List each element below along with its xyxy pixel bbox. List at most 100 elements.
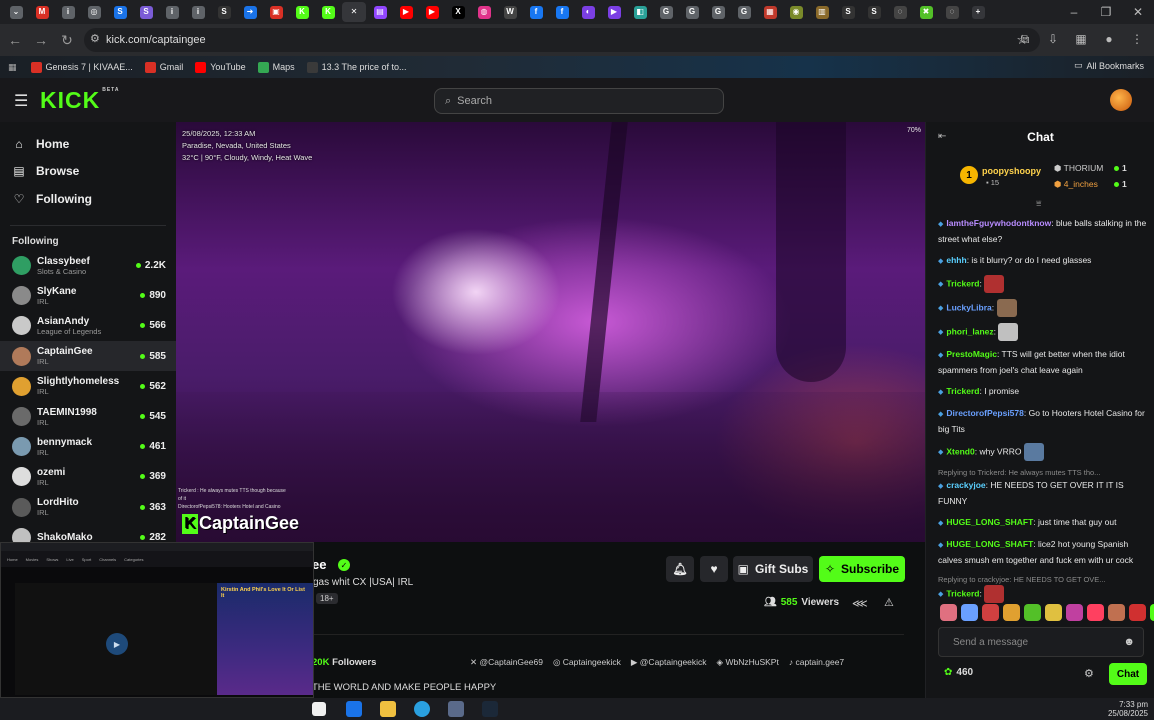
chat-username[interactable]: Xtend0 (946, 446, 974, 456)
sidebar-item-browse[interactable]: ▤ Browse (0, 158, 176, 186)
site-info-icon[interactable]: ⚙ (90, 32, 100, 45)
back-icon[interactable]: ← (2, 27, 28, 53)
browser-tab[interactable]: S (212, 2, 236, 22)
emote-icon[interactable] (1003, 604, 1020, 621)
menu-icon[interactable]: ☰ (14, 91, 28, 111)
chat-username[interactable]: IamtheFguywhodontknow (946, 218, 1051, 228)
browser-tab[interactable]: X (446, 2, 470, 22)
leaderboard-row-2[interactable]: ⬢ 4_inches (1054, 179, 1098, 190)
sidebar-item-home[interactable]: ⌂ Home (0, 130, 176, 158)
bookmark-item[interactable]: YouTube (195, 61, 246, 73)
follow-button[interactable]: ♥ (700, 556, 728, 582)
browser-tab[interactable]: G (706, 2, 730, 22)
chat-username[interactable]: phori_lanez (946, 326, 993, 336)
social-link[interactable]: ✕ @CaptainGee69 (470, 657, 543, 668)
apps-grid-icon[interactable]: ▦ (8, 62, 17, 73)
kick-logo[interactable]: KICK BETA (40, 87, 119, 114)
chat-username[interactable]: PrestoMagic (946, 349, 997, 359)
chat-username[interactable]: Trickerd (946, 278, 979, 288)
browser-tab[interactable]: M (30, 2, 54, 22)
browser-tab[interactable]: ◧ (628, 2, 652, 22)
pip-nav-item[interactable]: Categories (124, 557, 143, 562)
chat-username[interactable]: LuckyLibra (946, 302, 991, 312)
extension-icon[interactable]: ▦ (1070, 28, 1092, 50)
channel-points[interactable]: ✿ 460 (944, 667, 973, 678)
browser-tab[interactable]: ◌ (940, 2, 964, 22)
browser-tab[interactable]: W (498, 2, 522, 22)
browser-tab[interactable]: S (862, 2, 886, 22)
browser-tab[interactable]: ◉ (784, 2, 808, 22)
leaderboard-row-1[interactable]: ⬢ THORIUM (1054, 163, 1103, 174)
chat-username[interactable]: HUGE_LONG_SHAFT (946, 517, 1033, 527)
browser-tab[interactable]: ◎ (82, 2, 106, 22)
browser-tab[interactable]: i (160, 2, 184, 22)
bookmark-item[interactable]: 13.3 The price of to... (306, 61, 407, 73)
play-icon[interactable]: ▶ (106, 633, 128, 655)
pip-nav-item[interactable]: Channels (99, 557, 116, 562)
subscribe-button[interactable]: ✧ Subscribe (819, 556, 905, 582)
bookmark-item[interactable]: Maps (257, 61, 295, 73)
all-bookmarks[interactable]: ▭ All Bookmarks (1074, 60, 1144, 71)
browser-tab[interactable]: K (290, 2, 314, 22)
browser-tab[interactable]: G (732, 2, 756, 22)
social-link[interactable]: ▶ @Captaingeekick (631, 657, 707, 668)
chat-username[interactable]: ehhh (946, 255, 966, 265)
browser-tab[interactable]: ◍ (472, 2, 496, 22)
emote-icon[interactable] (1129, 604, 1146, 621)
address-bar[interactable]: ⚙ kick.com/captaingee ☆ (84, 28, 1040, 52)
chat-input[interactable]: Send a message ☻ (938, 627, 1144, 657)
social-link[interactable]: ◈ WbNzHuSKPt (717, 657, 779, 668)
emote-icon[interactable] (1066, 604, 1083, 621)
followed-channel[interactable]: SlyKane IRL 890 (0, 281, 176, 311)
video-player[interactable]: 25/08/2025, 12:33 AM Paradise, Nevada, U… (176, 122, 925, 542)
send-chat-button[interactable]: Chat (1109, 663, 1147, 685)
browser-tab[interactable]: ◌ (888, 2, 912, 22)
start-icon[interactable] (312, 702, 326, 716)
pip-nav-item[interactable]: Live (66, 557, 73, 562)
browser-tab[interactable]: ✖ (914, 2, 938, 22)
collapse-chat-icon[interactable]: ⇤ (938, 131, 946, 142)
emote-icon[interactable] (940, 604, 957, 621)
reply-context[interactable]: Replying to Trickerd: He always mutes TT… (938, 467, 1148, 478)
report-icon[interactable]: ⚠ (884, 596, 894, 609)
chrome-icon[interactable] (414, 701, 430, 717)
browser-tab[interactable]: K (316, 2, 340, 22)
browser-tab[interactable]: ✕ (342, 2, 366, 22)
emote-icon[interactable] (1150, 604, 1154, 621)
forward-icon[interactable]: → (28, 27, 54, 53)
followed-channel[interactable]: CaptainGee IRL 585 (0, 341, 176, 372)
leaderboard-user[interactable]: poopyshoopy (982, 166, 1041, 176)
browser-tab[interactable]: i (186, 2, 210, 22)
minimize-icon[interactable]: – (1058, 0, 1090, 24)
emote-icon[interactable] (1087, 604, 1104, 621)
browser-tab[interactable]: f (524, 2, 548, 22)
browser-tab[interactable]: ▣ (264, 2, 288, 22)
emote-icon[interactable] (982, 604, 999, 621)
file-explorer-icon[interactable] (380, 701, 396, 717)
chat-settings-icon[interactable]: ⚙ (1084, 667, 1094, 680)
emote-icon[interactable] (1024, 604, 1041, 621)
browser-tab[interactable]: S (836, 2, 860, 22)
app-icon[interactable] (448, 701, 464, 717)
steam-icon[interactable] (482, 701, 498, 717)
bookmark-item[interactable]: Genesis 7 | KIVAAE... (30, 61, 133, 73)
browser-tab[interactable]: ◐ (576, 2, 600, 22)
chat-username[interactable]: HUGE_LONG_SHAFT (946, 539, 1033, 549)
menu-dots-icon[interactable]: ⋮ (1126, 28, 1148, 50)
pip-window[interactable]: Home Movies Shows Live Sport Channels Categori… (0, 542, 314, 698)
user-avatar[interactable] (1110, 89, 1132, 111)
emote-icon[interactable] (1045, 604, 1062, 621)
followed-channel[interactable]: Slightlyhomeless IRL 562 (0, 371, 176, 401)
browser-tab[interactable]: ➜ (238, 2, 262, 22)
browser-tab[interactable]: i (56, 2, 80, 22)
notification-bell-button[interactable]: 🔔︎ (666, 556, 694, 582)
emote-icon[interactable] (961, 604, 978, 621)
sidebar-item-following[interactable]: ♡ Following (0, 185, 176, 213)
browser-tab[interactable]: G (654, 2, 678, 22)
search-input[interactable]: ⌕ Search (434, 88, 724, 114)
browser-tab[interactable]: f (550, 2, 574, 22)
browser-tab[interactable]: ▶ (394, 2, 418, 22)
outlook-icon[interactable] (346, 701, 362, 717)
pip-nav-item[interactable]: Shows (46, 557, 58, 562)
gift-subs-button[interactable]: ▣ Gift Subs (733, 556, 813, 582)
